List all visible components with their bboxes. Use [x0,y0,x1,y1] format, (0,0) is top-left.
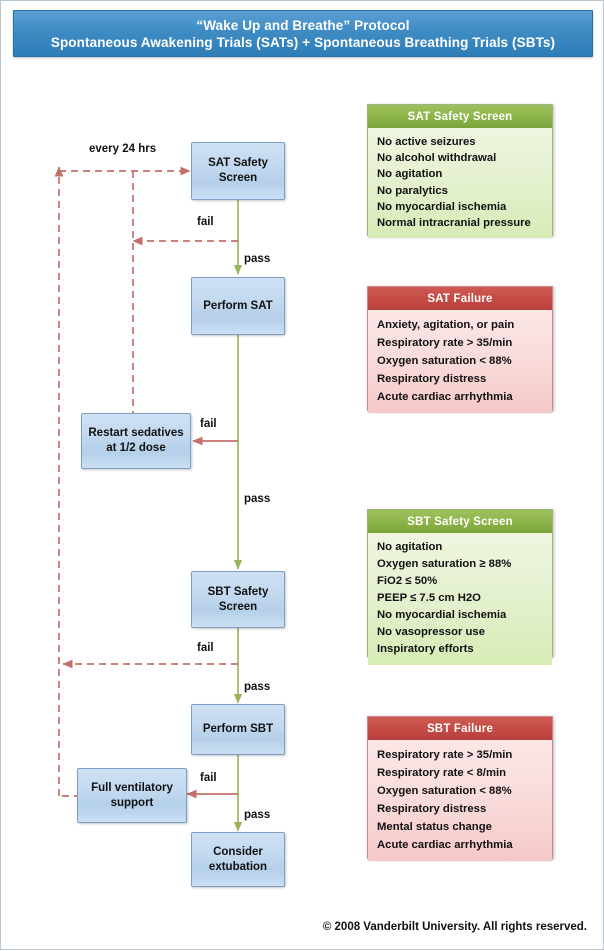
panel-item: Respiratory distress [377,803,487,815]
panel-item: Respiratory distress [377,373,487,385]
edge-label-perform-sat-pass: pass [244,493,271,505]
panel-item: Oxygen saturation < 88% [377,355,512,367]
panel-body: Respiratory rate > 35/min Respiratory ra… [368,740,552,861]
panel-item: Oxygen saturation ≥ 88% [377,558,512,570]
panel-sat-safety-screen: SAT Safety Screen No active seizures No … [367,104,553,239]
flow-node-label: Restart sedatives at 1/2 dose [88,427,184,454]
panel-body: No active seizures No alcohol withdrawal… [368,128,552,239]
panel-item: No active seizures [377,136,476,148]
panel-sbt-failure: SBT Failure Respiratory rate > 35/min Re… [367,716,553,861]
panel-item: PEEP ≤ 7.5 cm H2O [377,592,481,604]
page-title-line1: “Wake Up and Breathe” Protocol [196,17,410,33]
edge-label-sbt-screen-fail: fail [197,642,214,654]
panel-sbt-safety-screen: SBT Safety Screen No agitation Oxygen sa… [367,509,553,665]
panel-body: Anxiety, agitation, or pain Respiratory … [368,310,552,413]
panel-item: Inspiratory efforts [377,643,474,655]
flow-node-label: SBT Safety Screen [207,585,269,613]
panel-item: Respiratory rate < 8/min [377,767,507,779]
panel-item: No vasopressor use [377,626,485,638]
flow-node-consider-extubation[interactable]: Consider extubation [191,832,285,887]
panel-title: SAT Safety Screen [368,105,552,128]
panel-item: Anxiety, agitation, or pain [377,319,515,331]
edge-label-sat-screen-pass: pass [244,253,271,265]
page-title-line2: Spontaneous Awakening Trials (SATs) + Sp… [50,34,556,50]
protocol-diagram: “Wake Up and Breathe” Protocol Spontaneo… [0,0,604,950]
panel-item: Acute cardiac arrhythmia [377,391,513,403]
panel-item: No myocardial ischemia [377,200,507,213]
flow-node-label: SAT Safety Screen [208,157,268,184]
panel-body: No agitation Oxygen saturation ≥ 88% FiO… [368,533,552,665]
edge-label-perform-sat-fail: fail [200,418,217,430]
panel-item: Normal intracranial pressure [377,217,531,230]
flow-node-sbt-safety-screen[interactable]: SBT Safety Screen [191,571,285,628]
flow-node-perform-sat[interactable]: Perform SAT [191,277,285,335]
edge-label-perform-sbt-pass: pass [244,809,271,821]
edge-label-every-24-hrs: every 24 hrs [89,143,157,155]
panel-sat-failure: SAT Failure Anxiety, agitation, or pain … [367,286,553,413]
flow-node-label: Perform SAT [203,299,273,312]
flow-node-perform-sbt[interactable]: Perform SBT [191,704,285,755]
panel-item: No agitation [377,541,443,553]
flow-node-full-ventilatory-support[interactable]: Full ventilatory support [77,768,187,823]
panel-title: SBT Safety Screen [368,510,552,533]
flow-node-label: Consider extubation [208,845,268,873]
panel-item: No paralytics [377,184,448,197]
panel-title: SAT Failure [368,287,552,310]
panel-item: FiO2 ≤ 50% [377,575,438,587]
edge-label-sat-screen-fail: fail [197,216,214,228]
panel-item: No agitation [377,168,443,181]
copyright-footer: © 2008 Vanderbilt University. All rights… [322,921,587,933]
panel-item: Respiratory rate > 35/min [377,337,513,349]
panel-item: Oxygen saturation < 88% [377,785,512,797]
panel-item: Acute cardiac arrhythmia [377,839,513,851]
panel-item: No alcohol withdrawal [377,152,497,165]
flow-node-label: Perform SBT [202,723,274,735]
panel-item: Respiratory rate > 35/min [377,749,513,761]
flow-node-sat-safety-screen[interactable]: SAT Safety Screen [191,142,285,200]
flow-node-label: Full ventilatory support [91,781,173,809]
edge-label-sbt-screen-pass: pass [244,681,271,693]
page-title: “Wake Up and Breathe” Protocol Spontaneo… [13,10,593,57]
flow-node-restart-sedatives[interactable]: Restart sedatives at 1/2 dose [81,413,191,469]
panel-title: SBT Failure [368,717,552,740]
panel-item: Mental status change [377,821,492,833]
panel-item: No myocardial ischemia [377,609,507,621]
edge-label-perform-sbt-fail: fail [200,772,217,784]
